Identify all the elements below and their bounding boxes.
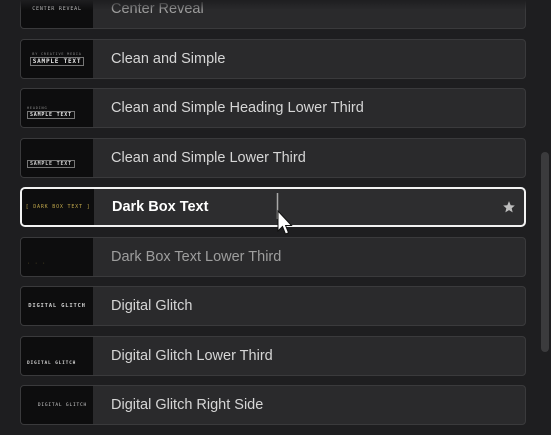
item-label: Dark Box Text Lower Third xyxy=(111,248,282,265)
item-label: Digital Glitch Lower Third xyxy=(111,347,273,364)
item-label: Dark Box Text xyxy=(112,199,209,215)
thumbnail: · · · xyxy=(21,237,93,276)
thumbnail-text: SAMPLE TEXT xyxy=(27,111,75,119)
thumbnail-subtext: BY CREATIVE MEDIA xyxy=(32,51,82,56)
thumbnail: [ DARK BOX TEXT ] xyxy=(22,189,94,225)
thumbnail-text: · · · xyxy=(27,260,47,267)
thumbnail-text: DIGITAL GLITCH xyxy=(27,360,77,366)
list-item-digital-glitch[interactable]: DIGITAL GLITCH Digital Glitch xyxy=(20,286,526,326)
list-item-center-reveal[interactable]: CENTER REVEAL Center Reveal xyxy=(20,0,526,29)
thumbnail: CENTER REVEAL xyxy=(21,0,93,28)
item-label: Clean and Simple Heading Lower Third xyxy=(111,100,364,116)
list-item-clean-and-simple[interactable]: BY CREATIVE MEDIA SAMPLE TEXT Clean and … xyxy=(20,38,526,79)
thumbnail-text: SAMPLE TEXT xyxy=(29,56,85,66)
thumbnail: DIGITAL GLITCH xyxy=(21,386,93,424)
list-item-dark-box-text-lower-third[interactable]: · · · Dark Box Text Lower Third xyxy=(20,236,526,277)
thumbnail: BY CREATIVE MEDIA SAMPLE TEXT xyxy=(21,39,93,78)
star-icon[interactable] xyxy=(502,200,516,214)
list-item-clean-and-simple-lower-third[interactable]: SAMPLE TEXT Clean and Simple Lower Third xyxy=(20,137,526,178)
thumbnail-text: DIGITAL GLITCH xyxy=(28,303,86,309)
mouse-cursor-icon xyxy=(276,193,293,235)
item-label: Digital Glitch Right Side xyxy=(111,397,264,413)
scrollbar-track[interactable] xyxy=(537,0,551,435)
item-label: Clean and Simple xyxy=(111,50,226,67)
titles-list: CENTER REVEAL Center Reveal BY CREATIVE … xyxy=(20,0,526,435)
item-label: Clean and Simple Lower Third xyxy=(111,149,306,166)
list-item-dark-box-text[interactable]: [ DARK BOX TEXT ] Dark Box Text xyxy=(20,187,526,227)
thumbnail-subtext: HEADING xyxy=(27,106,48,110)
thumbnail-text: CENTER REVEAL xyxy=(32,6,82,12)
scrollbar-thumb[interactable] xyxy=(541,152,549,352)
thumbnail-text: SAMPLE TEXT xyxy=(27,159,75,168)
list-item-digital-glitch-lower-third[interactable]: DIGITAL GLITCH Digital Glitch Lower Thir… xyxy=(20,335,526,376)
thumbnail: HEADING SAMPLE TEXT xyxy=(21,89,93,127)
titles-browser-panel: CENTER REVEAL Center Reveal BY CREATIVE … xyxy=(0,0,551,435)
item-label: Center Reveal xyxy=(111,1,204,17)
item-label: Digital Glitch xyxy=(111,298,193,314)
list-item-digital-glitch-right-side[interactable]: DIGITAL GLITCH Digital Glitch Right Side xyxy=(20,385,526,425)
thumbnail-text: [ DARK BOX TEXT ] xyxy=(25,204,91,210)
thumbnail: SAMPLE TEXT xyxy=(21,138,93,177)
thumbnail-text: DIGITAL GLITCH xyxy=(37,402,87,408)
thumbnail: DIGITAL GLITCH xyxy=(21,287,93,325)
list-item-clean-and-simple-heading-lower-third[interactable]: HEADING SAMPLE TEXT Clean and Simple Hea… xyxy=(20,88,526,128)
thumbnail: DIGITAL GLITCH xyxy=(21,336,93,375)
